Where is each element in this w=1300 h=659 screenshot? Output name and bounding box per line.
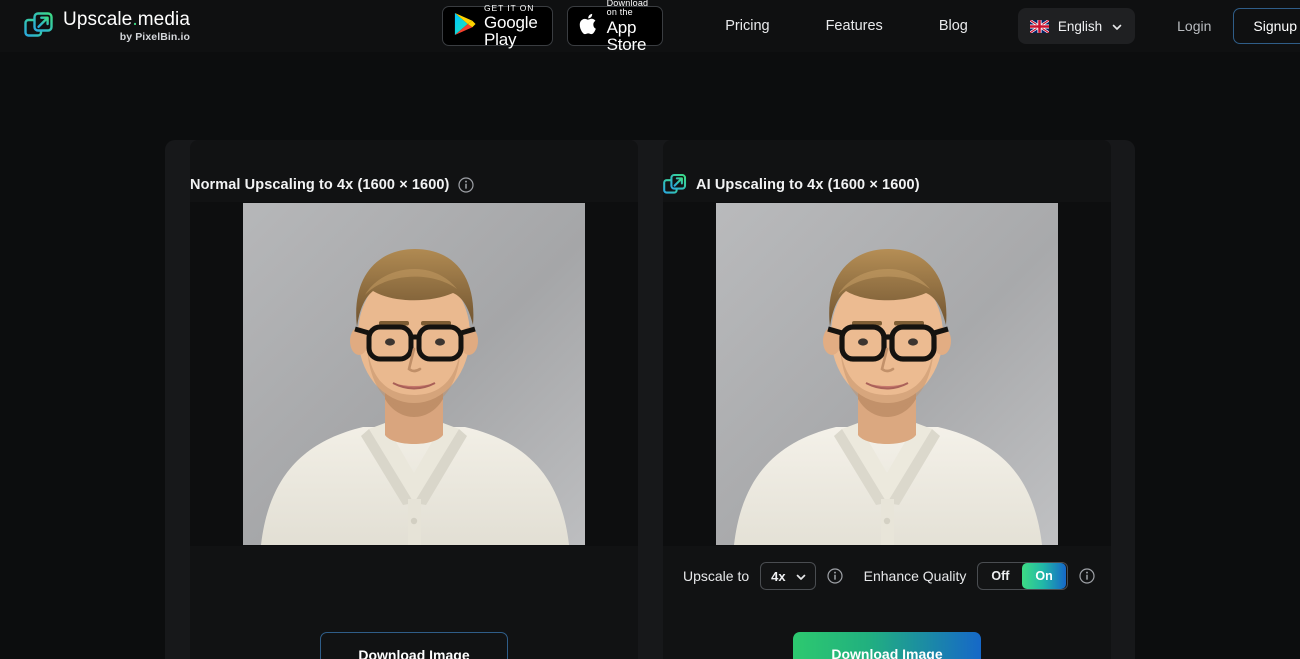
controls-spacer-left	[190, 546, 638, 606]
store-buttons: GET IT ON Google Play Download on the Ap…	[441, 0, 664, 53]
upscale-to-label: Upscale to	[683, 568, 750, 584]
upscale-logo-icon	[663, 173, 687, 197]
chevron-down-icon	[1111, 20, 1123, 32]
auth-group: Login Signup	[1169, 8, 1300, 44]
google-play-button[interactable]: GET IT ON Google Play	[441, 4, 553, 49]
download-row-left: Download Image	[190, 606, 638, 659]
language-label: English	[1057, 18, 1103, 34]
brand-text: Upscale.media by PixelBin.io	[63, 10, 190, 43]
app-store-text: Download on the App Store	[607, 0, 649, 53]
download-image-button-ai[interactable]: Download Image	[793, 632, 981, 659]
panel-normal-title: Normal Upscaling to 4x (1600 × 1600)	[190, 176, 450, 193]
brand-title: Upscale.media	[63, 8, 190, 30]
info-icon[interactable]	[1079, 568, 1095, 584]
signup-button[interactable]: Signup	[1233, 8, 1300, 44]
panel-ai-header: AI Upscaling to 4x (1600 × 1600)	[663, 140, 1111, 202]
site-header: Upscale.media by PixelBin.io GET IT ON G…	[0, 0, 1300, 53]
portrait-image-ai	[716, 203, 1058, 545]
nav-item-features[interactable]: Features	[798, 18, 911, 34]
upscale-logo-icon	[24, 11, 54, 41]
google-play-bottom: Google Play	[483, 13, 538, 50]
brand-subtitle: by PixelBin.io	[119, 30, 190, 43]
upscale-factor-value: 4x	[771, 568, 786, 584]
nav-item-blog[interactable]: Blog	[911, 18, 996, 34]
panel-ai-title: AI Upscaling to 4x (1600 × 1600)	[696, 176, 920, 193]
app-store-top: Download on the	[606, 0, 649, 17]
language-selector[interactable]: English	[1017, 8, 1136, 44]
google-play-text: GET IT ON Google Play	[484, 4, 538, 49]
brand-logo[interactable]: Upscale.media by PixelBin.io	[24, 10, 190, 43]
apple-icon	[579, 12, 599, 41]
main-nav: Pricing Features Blog	[697, 18, 996, 34]
ai-controls-row: Upscale to 4x Enhance Quality Off On	[663, 546, 1111, 606]
panel-ai-upscaling: AI Upscaling to 4x (1600 × 1600) Upscale…	[663, 140, 1111, 659]
app-store-button[interactable]: Download on the App Store	[566, 0, 664, 53]
enhance-toggle-off[interactable]: Off	[978, 563, 1022, 589]
panel-normal-upscaling: Normal Upscaling to 4x (1600 × 1600) Dow…	[190, 140, 638, 659]
portrait-image-normal	[243, 203, 585, 545]
image-container-ai	[663, 202, 1111, 546]
login-link[interactable]: Login	[1169, 18, 1219, 34]
chevron-down-icon	[795, 570, 807, 582]
upscale-factor-select[interactable]: 4x	[760, 562, 816, 590]
enhance-quality-label: Enhance Quality	[863, 568, 967, 584]
comparison-container: Normal Upscaling to 4x (1600 × 1600) Dow…	[165, 140, 1135, 659]
enhance-quality-toggle[interactable]: Off On	[977, 562, 1068, 590]
uk-flag-icon	[1029, 18, 1050, 34]
image-container-normal	[190, 202, 638, 546]
main-stage: Normal Upscaling to 4x (1600 × 1600) Dow…	[0, 52, 1300, 659]
nav-item-pricing[interactable]: Pricing	[697, 18, 797, 34]
google-play-icon	[454, 12, 476, 41]
app-store-bottom: App Store	[606, 18, 647, 54]
download-image-button-normal[interactable]: Download Image	[320, 632, 508, 659]
google-play-top: GET IT ON	[483, 2, 535, 13]
enhance-toggle-on[interactable]: On	[1022, 563, 1066, 589]
download-row-right: Download Image	[663, 606, 1111, 659]
info-icon[interactable]	[458, 176, 475, 193]
panel-normal-header: Normal Upscaling to 4x (1600 × 1600)	[190, 140, 638, 202]
info-icon[interactable]	[827, 568, 843, 584]
